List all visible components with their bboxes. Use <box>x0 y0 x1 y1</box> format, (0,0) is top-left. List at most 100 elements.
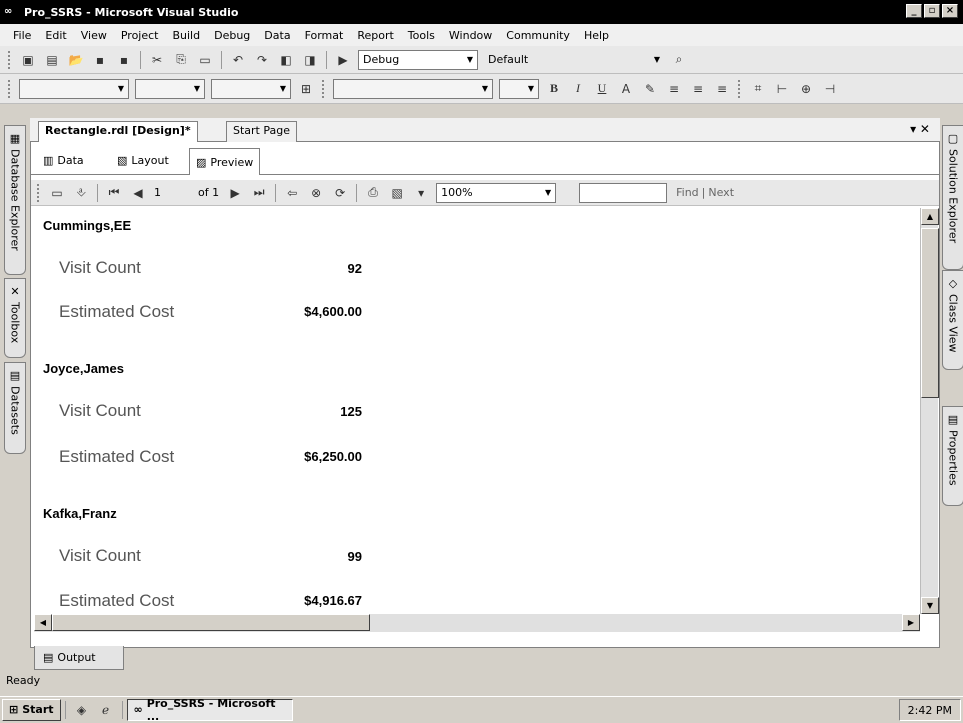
menu-project[interactable]: Project <box>114 29 166 42</box>
menu-edit[interactable]: Edit <box>38 29 73 42</box>
bold-button[interactable]: B <box>544 80 564 98</box>
ie-icon[interactable]: ℯ <box>96 701 116 719</box>
toolbar-grip[interactable] <box>738 79 742 98</box>
align-rights-icon[interactable]: ⊣ <box>820 80 840 98</box>
page-number-input[interactable]: 1 <box>154 186 194 199</box>
side-tab-solution-explorer[interactable]: ▢ Solution Explorer <box>942 125 963 270</box>
highlight-icon[interactable]: ✎ <box>640 80 660 98</box>
style-dropdown[interactable]: ▼ <box>19 78 129 99</box>
scroll-up-icon[interactable]: ▲ <box>921 208 939 225</box>
align-right-icon[interactable]: ≡ <box>712 80 732 98</box>
menu-format[interactable]: Format <box>298 29 351 42</box>
underline-button[interactable]: U <box>592 80 612 98</box>
next-link[interactable]: Next <box>708 186 734 199</box>
new-project-icon[interactable]: ▣ <box>18 51 38 69</box>
menu-build[interactable]: Build <box>165 29 207 42</box>
toolbar-grip[interactable] <box>322 79 326 98</box>
align-center-icon[interactable]: ≡ <box>688 80 708 98</box>
scroll-left-icon[interactable]: ◀ <box>34 614 52 631</box>
navigate-forward-icon[interactable]: ◨ <box>300 51 320 69</box>
menu-help[interactable]: Help <box>577 29 616 42</box>
start-debug-icon[interactable]: ▶ <box>333 51 353 69</box>
align-centers-icon[interactable]: ⊕ <box>796 80 816 98</box>
close-button[interactable]: × <box>942 4 958 18</box>
scrollbar-thumb[interactable] <box>52 614 370 631</box>
save-icon[interactable]: ▪ <box>90 51 110 69</box>
add-item-icon[interactable]: ▤ <box>42 51 62 69</box>
zoom-dropdown[interactable]: 100% ▼ <box>436 182 557 203</box>
minimize-button[interactable]: _ <box>906 4 922 18</box>
menu-report[interactable]: Report <box>350 29 400 42</box>
next-page-icon[interactable]: ▶ <box>225 184 245 202</box>
export-icon[interactable]: ▾ <box>411 184 431 202</box>
font-color-icon[interactable]: A <box>616 80 636 98</box>
menu-window[interactable]: Window <box>442 29 499 42</box>
platform-dropdown[interactable]: Default ▼ <box>484 50 664 70</box>
horizontal-scrollbar[interactable]: ◀ ▶ <box>34 614 920 632</box>
font-dropdown[interactable]: ▼ <box>135 78 205 99</box>
find-icon[interactable]: ⌕ <box>669 51 689 69</box>
first-page-icon[interactable]: ⏮ <box>104 184 124 202</box>
parameters-icon[interactable]: ▭ <box>47 184 67 202</box>
quick-launch-icon[interactable]: ◈ <box>72 701 92 719</box>
refresh-icon[interactable]: ⟳ <box>330 184 350 202</box>
print-layout-icon[interactable]: ▧ <box>387 184 407 202</box>
scroll-right-icon[interactable]: ▶ <box>902 614 920 631</box>
find-link[interactable]: Find <box>676 186 699 199</box>
back-icon[interactable]: ⇦ <box>282 184 302 202</box>
maximize-button[interactable]: ▫ <box>924 4 940 18</box>
menu-debug[interactable]: Debug <box>207 29 257 42</box>
output-tab[interactable]: ▤ Output <box>34 646 124 670</box>
open-file-icon[interactable]: 📂 <box>66 51 86 69</box>
element-dropdown[interactable]: ▼ <box>333 78 493 99</box>
italic-button[interactable]: I <box>568 80 588 98</box>
align-left-icon[interactable]: ≡ <box>664 80 684 98</box>
redo-icon[interactable]: ↷ <box>252 51 272 69</box>
undo-icon[interactable]: ↶ <box>228 51 248 69</box>
toolbar-grip[interactable] <box>8 50 12 69</box>
navigate-back-icon[interactable]: ◧ <box>276 51 296 69</box>
font-size-dropdown[interactable]: ▼ <box>211 78 291 99</box>
vertical-scrollbar[interactable]: ▲ ▼ <box>920 208 939 614</box>
record-name: Kafka,Franz <box>43 506 117 521</box>
side-tab-class-view[interactable]: ◇ Class View <box>942 270 963 370</box>
document-map-icon[interactable]: ⎀ <box>71 184 91 202</box>
close-document-icon[interactable]: ▾ ✕ <box>910 122 930 136</box>
save-all-icon[interactable]: ▪ <box>114 51 134 69</box>
menu-tools[interactable]: Tools <box>401 29 442 42</box>
taskbar-item-visual-studio[interactable]: ∞ Pro_SSRS - Microsoft ... <box>126 697 293 723</box>
menu-view[interactable]: View <box>74 29 114 42</box>
side-tab-datasets[interactable]: ▤ Datasets <box>4 362 26 454</box>
align-grid-icon[interactable]: ⌗ <box>748 80 768 98</box>
border-icon[interactable]: ⊞ <box>296 80 316 98</box>
tab-rectangle-design[interactable]: Rectangle.rdl [Design]* <box>38 121 198 142</box>
menu-data[interactable]: Data <box>257 29 297 42</box>
menu-file[interactable]: File <box>6 29 38 42</box>
print-icon[interactable]: ⎙ <box>363 184 383 202</box>
menu-community[interactable]: Community <box>499 29 577 42</box>
scroll-down-icon[interactable]: ▼ <box>921 597 939 614</box>
previous-page-icon[interactable]: ◀ <box>128 184 148 202</box>
side-tab-properties[interactable]: ▤ Properties <box>942 406 963 506</box>
toolbar-grip[interactable] <box>8 79 12 98</box>
side-tab-database-explorer[interactable]: ▦ Database Explorer <box>4 125 26 275</box>
paste-icon[interactable]: ▭ <box>195 51 215 69</box>
tab-data[interactable]: ▥ Data <box>37 148 90 172</box>
start-button[interactable]: ⊞ Start <box>2 698 61 721</box>
stop-icon[interactable]: ⊗ <box>306 184 326 202</box>
scrollbar-thumb[interactable] <box>921 228 939 398</box>
copy-icon[interactable]: ⎘ <box>171 51 191 69</box>
solution-config-dropdown[interactable]: Debug ▼ <box>358 49 478 70</box>
status-bar: Ready <box>0 670 963 692</box>
size-dropdown[interactable]: ▼ <box>499 78 539 99</box>
last-page-icon[interactable]: ⏭ <box>249 184 269 202</box>
cut-icon[interactable]: ✂ <box>147 51 167 69</box>
tab-start-page[interactable]: Start Page <box>226 121 297 142</box>
tab-layout[interactable]: ▧ Layout <box>111 148 175 172</box>
side-tab-label: Database Explorer <box>8 149 22 251</box>
find-input[interactable] <box>579 182 668 203</box>
align-lefts-icon[interactable]: ⊢ <box>772 80 792 98</box>
toolbar-grip[interactable] <box>37 183 41 202</box>
side-tab-toolbox[interactable]: ✕ Toolbox <box>4 278 26 358</box>
tab-preview[interactable]: ▨ Preview <box>189 148 261 175</box>
